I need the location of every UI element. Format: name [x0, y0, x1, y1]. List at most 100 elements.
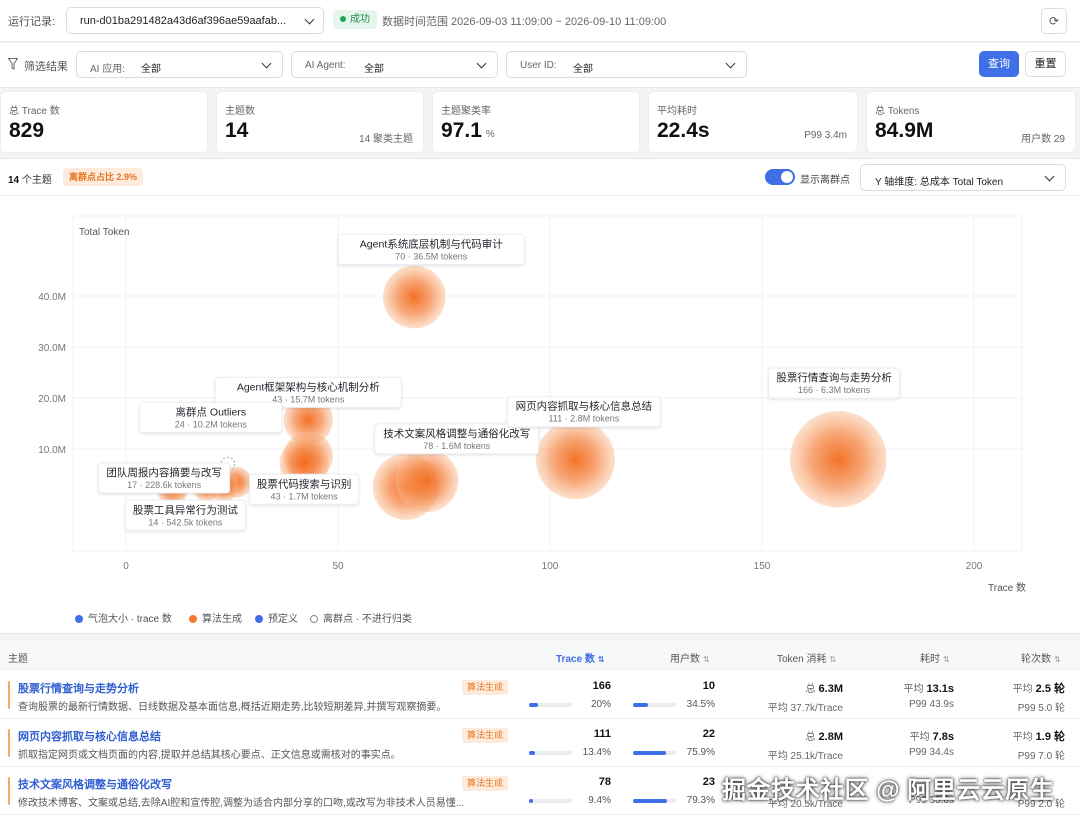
topic-name-link[interactable]: 网页内容抓取与核心信息总结 [18, 728, 161, 744]
chevron-down-icon [476, 58, 487, 69]
x-axis-title: Trace 数 [988, 581, 1026, 594]
turns-value: 1.9 轮 [1035, 731, 1065, 743]
legend-dot-icon [189, 615, 197, 623]
query-button[interactable]: 查询 [979, 51, 1019, 77]
stat-card-cluster-rate: 主题聚类率 97.1% [432, 91, 640, 153]
token-avg: 平均 37.7k/Trace [767, 703, 843, 714]
table-row[interactable]: 股票行情查询与走势分析 查询股票的最新行情数据、日线数据及基本面信息,概括近期走… [0, 671, 1080, 719]
ai-agent-select[interactable]: AI Agent: 全部 [291, 51, 498, 78]
user-id-select[interactable]: User ID: 全部 [506, 51, 747, 78]
algo-tag-badge: 算法生成 [462, 728, 509, 743]
trace-share-pct: 20% [590, 699, 611, 710]
latency-avg: 平均 7.8s [910, 728, 954, 743]
topic-name-link[interactable]: 股票行情查询与走势分析 [18, 680, 139, 696]
bubble-label-title: 团队周报内容摘要与改写 [106, 466, 222, 479]
legend-item-algo: 算法生成 [189, 610, 242, 625]
header-latency[interactable]: 耗时 ⇅ [920, 650, 950, 665]
token-value: 2.8M [818, 731, 843, 743]
status-dot-icon [340, 16, 346, 22]
header-users-label: 用户数 [670, 654, 700, 665]
ai-agent-value: 全部 [364, 64, 384, 75]
run-record-label: 运行记录: [8, 16, 56, 28]
row-accent-bar [8, 681, 10, 709]
stat-value-number: 97.1 [441, 119, 482, 142]
algo-tag-badge: 算法生成 [462, 680, 509, 695]
filter-label: 筛选结果 [24, 61, 68, 73]
token-value: 6.3M [818, 683, 843, 695]
y-tick-label: 30.0M [38, 343, 66, 354]
bubble-label-title: 股票行情查询与走势分析 [776, 371, 892, 384]
status-badge: 成功 [333, 10, 377, 29]
topic-bubble [790, 410, 887, 508]
trace-share-pct: 9.4% [588, 795, 611, 806]
stat-sub: 用户数 29 [1021, 134, 1065, 145]
header-topic: 主题 [8, 654, 28, 665]
funnel-icon [8, 58, 18, 70]
user-share-bar [633, 751, 676, 755]
header-trace-count[interactable]: Trace 数 ⇅ [556, 650, 605, 665]
bubble-label-sub: 111 · 2.8M tokens [549, 414, 620, 424]
header-tokens[interactable]: Token 消耗 ⇅ [777, 650, 836, 665]
topic-count-number: 14 [8, 175, 20, 186]
topic-name-link[interactable]: 技术文案风格调整与通俗化改写 [18, 776, 172, 792]
bubble-label: 股票工具异常行为测试14 · 542.5k tokens [124, 499, 246, 531]
header-latency-label: 耗时 [920, 654, 940, 665]
user-share-fill [633, 799, 668, 803]
trace-share-fill [529, 751, 535, 755]
token-total: 总 6.3M [806, 680, 843, 695]
run-select[interactable]: run-d01ba291482a43d6af396ae59aafab... [66, 7, 324, 34]
run-id-value: run-d01ba291482a43d6af396ae59aafab... [80, 15, 287, 27]
header-turns[interactable]: 轮次数 ⇅ [1021, 650, 1061, 665]
topic-count: 14 个主题 [8, 171, 52, 186]
y-tick-label: 20.0M [38, 394, 66, 405]
user-id-value: 全部 [573, 64, 593, 75]
topic-bubble [382, 265, 446, 329]
user-count: 23 [702, 776, 715, 788]
turns-value: 2.5 轮 [1035, 683, 1065, 695]
bubble-label-title: Agent系统底层机制与代码审计 [360, 238, 503, 251]
status-text: 成功 [350, 14, 370, 25]
bubble-label-sub: 17 · 228.6k tokens [127, 480, 202, 490]
table-row[interactable]: 网页内容抓取与核心信息总结 抓取指定网页或文档页面的内容,提取并总结其核心要点、… [0, 719, 1080, 767]
bubble-label: 技术文案风格调整与通俗化改写78 · 1.6M tokens [374, 423, 540, 455]
latency-p99: P99 34.4s [908, 747, 954, 758]
x-tick-label: 0 [123, 561, 129, 572]
bubble-chart: 0 50 100 150 200 10.0M 20.0M 30.0M 40.0M Total To… [38, 215, 1026, 594]
header-turns-label: 轮次数 [1021, 654, 1051, 665]
bubble-label-title: 股票工具异常行为测试 [133, 503, 238, 516]
top-bar: 运行记录: run-d01ba291482a43d6af396ae59aafab… [0, 0, 1080, 42]
topic-description: 抓取指定网页或文档页面的内容,提取并总结其核心要点、正文信息或需核对的事实点。 [18, 750, 401, 761]
bubble-label: 股票代码搜索与识别43 · 1.7M tokens [249, 473, 360, 505]
row-accent-bar [8, 729, 10, 757]
legend-label: 气泡大小 · trace 数 [88, 614, 172, 625]
user-count: 10 [702, 680, 715, 692]
refresh-button[interactable]: ⟳ [1041, 8, 1067, 34]
token-total: 总 2.8M [806, 728, 843, 743]
trace-share-fill [529, 799, 534, 803]
header-users[interactable]: 用户数 ⇅ [670, 650, 710, 665]
x-tick-label: 100 [542, 561, 559, 572]
bubble-label-sub: 78 · 1.6M tokens [423, 441, 491, 451]
stat-value: 14 [225, 119, 249, 142]
show-outliers-toggle[interactable] [765, 169, 795, 185]
latency-value: 7.8s [932, 731, 954, 743]
chevron-down-icon [725, 58, 736, 69]
stat-label: 平均耗时 [657, 106, 697, 117]
user-share-bar [633, 799, 676, 803]
header-tokens-label: Token 消耗 [777, 654, 827, 665]
bubble-label-title: 离群点 Outliers [176, 405, 247, 418]
y-axis-select[interactable]: Y 轴维度: 总成本 Total Token [860, 164, 1066, 191]
filter-bar: 筛选结果 AI 应用: 全部 AI Agent: 全部 User ID: 全部 … [0, 43, 1080, 88]
reset-button[interactable]: 重置 [1025, 51, 1066, 77]
stat-unit: % [485, 129, 495, 140]
user-count: 22 [702, 728, 715, 740]
bubble-label-sub: 43 · 15.7M tokens [272, 394, 345, 404]
stat-card-trace-count: 总 Trace 数 829 [0, 91, 208, 153]
ai-app-select[interactable]: AI 应用: 全部 [76, 51, 283, 78]
header-trace-label: Trace 数 [556, 654, 595, 665]
legend-label: 算法生成 [202, 614, 242, 625]
bubble-label: 团队周报内容摘要与改写17 · 228.6k tokens [98, 462, 231, 494]
table-header: 主题 Trace 数 ⇅ 用户数 ⇅ Token 消耗 ⇅ 耗时 ⇅ 轮次数 ⇅ [0, 640, 1080, 670]
topic-bubble [395, 449, 459, 512]
ai-agent-label: AI Agent: [305, 60, 346, 71]
